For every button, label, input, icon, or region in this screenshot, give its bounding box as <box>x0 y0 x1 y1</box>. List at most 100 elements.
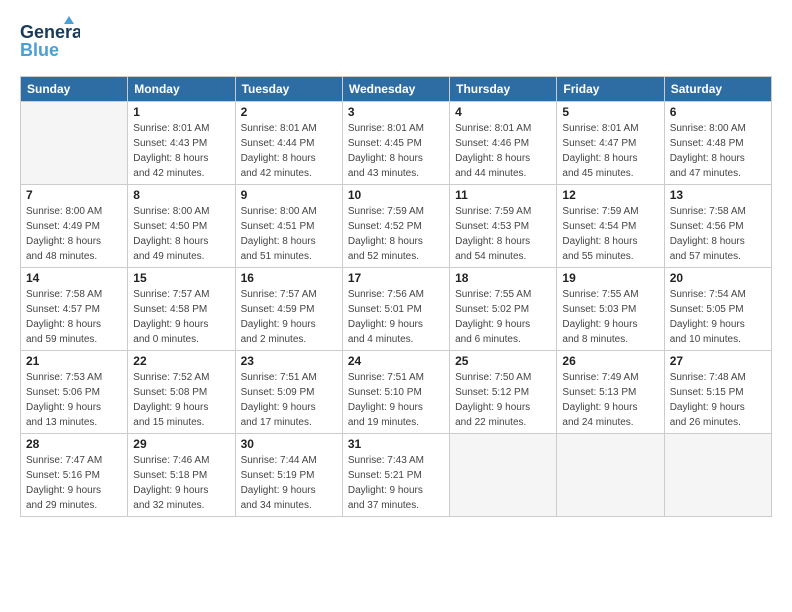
day-number: 24 <box>348 354 444 368</box>
day-number: 28 <box>26 437 122 451</box>
calendar-cell: 18 Sunrise: 7:55 AMSunset: 5:02 PMDayligh… <box>450 268 557 351</box>
week-row-4: 28 Sunrise: 7:47 AMSunset: 5:16 PMDayligh… <box>21 434 772 517</box>
weekday-header-row: SundayMondayTuesdayWednesdayThursdayFrid… <box>21 77 772 102</box>
day-number: 4 <box>455 105 551 119</box>
day-number: 16 <box>241 271 337 285</box>
day-info: Sunrise: 7:55 AMSunset: 5:03 PMDaylight:… <box>562 287 658 347</box>
svg-text:General: General <box>20 22 80 42</box>
day-info: Sunrise: 8:01 AMSunset: 4:45 PMDaylight:… <box>348 121 444 181</box>
day-info: Sunrise: 7:55 AMSunset: 5:02 PMDaylight:… <box>455 287 551 347</box>
calendar-table: SundayMondayTuesdayWednesdayThursdayFrid… <box>20 76 772 517</box>
day-info: Sunrise: 7:47 AMSunset: 5:16 PMDaylight:… <box>26 453 122 513</box>
day-number: 17 <box>348 271 444 285</box>
svg-text:Blue: Blue <box>20 40 59 60</box>
calendar-cell: 24Sunrise: 7:51 AMSunset: 5:10 PMDayligh… <box>342 351 449 434</box>
calendar-cell: 8 Sunrise: 8:00 AMSunset: 4:50 PMDaylight… <box>128 185 235 268</box>
day-info: Sunrise: 7:56 AMSunset: 5:01 PMDaylight:… <box>348 287 444 347</box>
calendar-cell: 5Sunrise: 8:01 AMSunset: 4:47 PMDaylight… <box>557 102 664 185</box>
day-info: Sunrise: 7:59 AMSunset: 4:52 PMDaylight:… <box>348 204 444 264</box>
week-row-1: 7Sunrise: 8:00 AMSunset: 4:49 PMDaylight… <box>21 185 772 268</box>
header: General Blue <box>20 16 772 66</box>
calendar-cell: 13 Sunrise: 7:58 AMSunset: 4:56 PMDayligh… <box>664 185 771 268</box>
day-number: 14 <box>26 271 122 285</box>
day-number: 18 <box>455 271 551 285</box>
calendar-cell <box>557 434 664 517</box>
day-info: Sunrise: 7:49 AMSunset: 5:13 PMDaylight:… <box>562 370 658 430</box>
day-info: Sunrise: 7:46 AMSunset: 5:18 PMDaylight:… <box>133 453 229 513</box>
day-info: Sunrise: 8:01 AMSunset: 4:46 PMDaylight:… <box>455 121 551 181</box>
day-info: Sunrise: 8:00 AMSunset: 4:51 PMDaylight:… <box>241 204 337 264</box>
day-number: 3 <box>348 105 444 119</box>
day-info: Sunrise: 7:48 AMSunset: 5:15 PMDaylight:… <box>670 370 766 430</box>
day-info: Sunrise: 7:43 AMSunset: 5:21 PMDaylight:… <box>348 453 444 513</box>
day-info: Sunrise: 7:58 AMSunset: 4:56 PMDaylight:… <box>670 204 766 264</box>
day-number: 26 <box>562 354 658 368</box>
day-number: 9 <box>241 188 337 202</box>
weekday-header-friday: Friday <box>557 77 664 102</box>
calendar-cell: 2 Sunrise: 8:01 AMSunset: 4:44 PMDaylight… <box>235 102 342 185</box>
calendar-cell: 6 Sunrise: 8:00 AMSunset: 4:48 PMDaylight… <box>664 102 771 185</box>
calendar-cell: 29Sunrise: 7:46 AMSunset: 5:18 PMDayligh… <box>128 434 235 517</box>
day-info: Sunrise: 8:01 AMSunset: 4:44 PMDaylight:… <box>241 121 337 181</box>
week-row-2: 14 Sunrise: 7:58 AMSunset: 4:57 PMDayligh… <box>21 268 772 351</box>
day-info: Sunrise: 7:51 AMSunset: 5:09 PMDaylight:… <box>241 370 337 430</box>
calendar-cell: 16Sunrise: 7:57 AMSunset: 4:59 PMDayligh… <box>235 268 342 351</box>
weekday-header-wednesday: Wednesday <box>342 77 449 102</box>
day-number: 2 <box>241 105 337 119</box>
calendar-cell: 27 Sunrise: 7:48 AMSunset: 5:15 PMDayligh… <box>664 351 771 434</box>
week-row-0: 1Sunrise: 8:01 AMSunset: 4:43 PMDaylight… <box>21 102 772 185</box>
day-number: 12 <box>562 188 658 202</box>
calendar-cell: 19 Sunrise: 7:55 AMSunset: 5:03 PMDayligh… <box>557 268 664 351</box>
calendar-cell: 22 Sunrise: 7:52 AMSunset: 5:08 PMDayligh… <box>128 351 235 434</box>
logo: General Blue <box>20 16 80 66</box>
day-info: Sunrise: 8:00 AMSunset: 4:48 PMDaylight:… <box>670 121 766 181</box>
weekday-header-sunday: Sunday <box>21 77 128 102</box>
day-number: 11 <box>455 188 551 202</box>
calendar-cell <box>21 102 128 185</box>
calendar-cell: 21 Sunrise: 7:53 AMSunset: 5:06 PMDayligh… <box>21 351 128 434</box>
day-info: Sunrise: 8:01 AMSunset: 4:43 PMDaylight:… <box>133 121 229 181</box>
day-number: 21 <box>26 354 122 368</box>
calendar-cell: 12 Sunrise: 7:59 AMSunset: 4:54 PMDayligh… <box>557 185 664 268</box>
calendar-cell: 9 Sunrise: 8:00 AMSunset: 4:51 PMDaylight… <box>235 185 342 268</box>
calendar-cell: 23 Sunrise: 7:51 AMSunset: 5:09 PMDayligh… <box>235 351 342 434</box>
day-info: Sunrise: 7:52 AMSunset: 5:08 PMDaylight:… <box>133 370 229 430</box>
day-number: 20 <box>670 271 766 285</box>
calendar-cell: 30Sunrise: 7:44 AMSunset: 5:19 PMDayligh… <box>235 434 342 517</box>
day-info: Sunrise: 7:59 AMSunset: 4:53 PMDaylight:… <box>455 204 551 264</box>
day-number: 23 <box>241 354 337 368</box>
day-number: 19 <box>562 271 658 285</box>
day-info: Sunrise: 8:00 AMSunset: 4:50 PMDaylight:… <box>133 204 229 264</box>
day-info: Sunrise: 7:50 AMSunset: 5:12 PMDaylight:… <box>455 370 551 430</box>
day-number: 27 <box>670 354 766 368</box>
day-info: Sunrise: 7:59 AMSunset: 4:54 PMDaylight:… <box>562 204 658 264</box>
day-number: 10 <box>348 188 444 202</box>
calendar-cell: 1Sunrise: 8:01 AMSunset: 4:43 PMDaylight… <box>128 102 235 185</box>
calendar-cell <box>664 434 771 517</box>
day-number: 31 <box>348 437 444 451</box>
calendar-cell: 7Sunrise: 8:00 AMSunset: 4:49 PMDaylight… <box>21 185 128 268</box>
weekday-header-tuesday: Tuesday <box>235 77 342 102</box>
day-info: Sunrise: 7:57 AMSunset: 4:58 PMDaylight:… <box>133 287 229 347</box>
day-number: 13 <box>670 188 766 202</box>
day-info: Sunrise: 7:44 AMSunset: 5:19 PMDaylight:… <box>241 453 337 513</box>
calendar-cell: 17 Sunrise: 7:56 AMSunset: 5:01 PMDayligh… <box>342 268 449 351</box>
weekday-header-saturday: Saturday <box>664 77 771 102</box>
day-info: Sunrise: 7:53 AMSunset: 5:06 PMDaylight:… <box>26 370 122 430</box>
calendar-cell: 10 Sunrise: 7:59 AMSunset: 4:52 PMDayligh… <box>342 185 449 268</box>
day-info: Sunrise: 7:58 AMSunset: 4:57 PMDaylight:… <box>26 287 122 347</box>
calendar-cell: 25 Sunrise: 7:50 AMSunset: 5:12 PMDayligh… <box>450 351 557 434</box>
day-info: Sunrise: 8:00 AMSunset: 4:49 PMDaylight:… <box>26 204 122 264</box>
calendar-cell: 4 Sunrise: 8:01 AMSunset: 4:46 PMDaylight… <box>450 102 557 185</box>
day-number: 8 <box>133 188 229 202</box>
day-number: 25 <box>455 354 551 368</box>
day-number: 22 <box>133 354 229 368</box>
weekday-header-monday: Monday <box>128 77 235 102</box>
day-info: Sunrise: 7:54 AMSunset: 5:05 PMDaylight:… <box>670 287 766 347</box>
day-info: Sunrise: 8:01 AMSunset: 4:47 PMDaylight:… <box>562 121 658 181</box>
week-row-3: 21 Sunrise: 7:53 AMSunset: 5:06 PMDayligh… <box>21 351 772 434</box>
calendar-cell: 15 Sunrise: 7:57 AMSunset: 4:58 PMDayligh… <box>128 268 235 351</box>
day-number: 6 <box>670 105 766 119</box>
day-number: 15 <box>133 271 229 285</box>
page: General Blue SundayMondayTuesdayWednesda… <box>0 0 792 612</box>
